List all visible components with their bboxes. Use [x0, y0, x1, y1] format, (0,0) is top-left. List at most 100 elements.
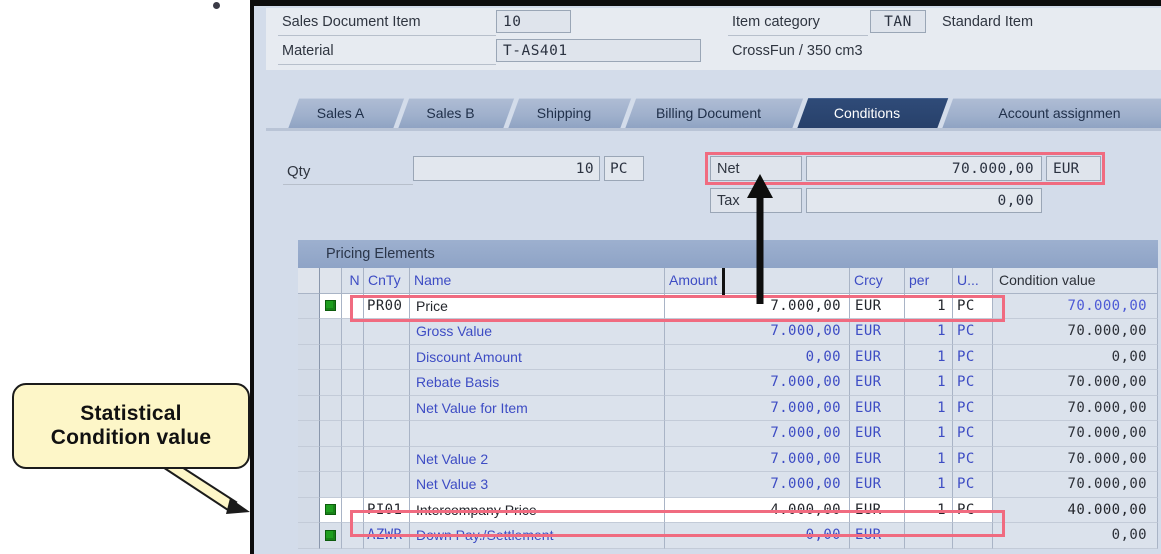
row-cnty-cell[interactable]: PR00 — [364, 294, 410, 320]
tax-value-field[interactable]: 0,00 — [806, 188, 1042, 213]
row-status-cell — [320, 472, 342, 498]
row-condition-value-cell: 70.000,00 — [993, 447, 1158, 473]
sales-document-item-field[interactable]: 10 — [496, 10, 571, 33]
tab-label: Account assignmen — [998, 105, 1120, 121]
column-header-n[interactable]: N — [342, 268, 364, 294]
pricing-grid-header-row: N CnTy Name Amount Crcy per U... Conditi… — [298, 268, 1158, 294]
status-column-header — [320, 268, 342, 294]
table-row[interactable]: AZWR Down Pay./Settlement 0,00 EUR 0,00 — [298, 523, 1158, 549]
row-select-cell[interactable] — [298, 396, 320, 422]
qty-field[interactable]: 10 — [413, 156, 600, 181]
tab-label: Billing Document — [656, 105, 761, 121]
table-row[interactable]: Discount Amount 0,00 EUR 1 PC 0,00 — [298, 345, 1158, 371]
annotation-canvas — [0, 0, 252, 554]
table-row[interactable]: PI01 Intercompany Price 4.000,00 EUR 1 P… — [298, 498, 1158, 524]
row-cnty-cell[interactable]: PI01 — [364, 498, 410, 524]
row-crcy-cell: EUR — [850, 447, 905, 473]
row-n-cell — [342, 472, 364, 498]
row-crcy-cell: EUR — [850, 421, 905, 447]
row-unit-cell[interactable]: PC — [953, 294, 993, 320]
row-unit-cell: PC — [953, 370, 993, 396]
select-all-cell[interactable] — [298, 268, 320, 294]
row-condition-value-cell: 70.000,00 — [993, 319, 1158, 345]
tab-conditions[interactable]: Conditions — [797, 98, 937, 128]
row-crcy-cell[interactable]: EUR — [850, 498, 905, 524]
amount-column-divider-mark — [722, 268, 725, 296]
sales-document-item-underline — [278, 35, 496, 36]
row-status-cell — [320, 345, 342, 371]
tab-billing-document[interactable]: Billing Document — [625, 98, 792, 128]
tab-shipping[interactable]: Shipping — [508, 98, 620, 128]
row-select-cell[interactable] — [298, 345, 320, 371]
table-row[interactable]: PR00 Price 7.000,00 EUR 1 PC 70.000,00 — [298, 294, 1158, 320]
row-cnty-cell — [364, 370, 410, 396]
row-select-cell[interactable] — [298, 523, 320, 549]
row-select-cell[interactable] — [298, 421, 320, 447]
table-row[interactable]: Net Value 2 7.000,00 EUR 1 PC 70.000,00 — [298, 447, 1158, 473]
table-row[interactable]: Gross Value 7.000,00 EUR 1 PC 70.000,00 — [298, 319, 1158, 345]
active-condition-icon — [325, 300, 336, 311]
row-amount-cell: 7.000,00 — [665, 370, 850, 396]
row-n-cell — [342, 421, 364, 447]
material-field[interactable]: T-AS401 — [496, 39, 701, 62]
row-crcy-cell[interactable]: EUR — [850, 294, 905, 320]
pricing-grid: N CnTy Name Amount Crcy per U... Conditi… — [298, 268, 1158, 549]
row-status-cell — [320, 396, 342, 422]
row-name-cell: Net Value 3 — [410, 472, 665, 498]
tab-account-assignment[interactable]: Account assignmen — [942, 98, 1161, 128]
tab-sales-a[interactable]: Sales A — [288, 98, 393, 128]
row-select-cell[interactable] — [298, 472, 320, 498]
row-unit-cell — [953, 523, 993, 549]
row-status-cell — [320, 319, 342, 345]
row-n-cell — [342, 294, 364, 320]
row-condition-value-cell: 0,00 — [993, 523, 1158, 549]
row-select-cell[interactable] — [298, 498, 320, 524]
row-cnty-cell — [364, 319, 410, 345]
pricing-elements-panel: Pricing Elements N CnTy Name Amount Crcy… — [298, 240, 1158, 554]
row-amount-cell[interactable]: 4.000,00 — [665, 498, 850, 524]
qty-uom-field: PC — [604, 156, 644, 181]
table-row[interactable]: Rebate Basis 7.000,00 EUR 1 PC 70.000,00 — [298, 370, 1158, 396]
row-n-cell — [342, 319, 364, 345]
row-select-cell[interactable] — [298, 370, 320, 396]
row-status-cell — [320, 523, 342, 549]
column-header-per[interactable]: per — [905, 268, 953, 294]
row-select-cell[interactable] — [298, 319, 320, 345]
row-amount-cell: 7.000,00 — [665, 421, 850, 447]
row-unit-cell: PC — [953, 396, 993, 422]
sales-document-item-label: Sales Document Item — [282, 14, 421, 30]
column-header-name[interactable]: Name — [410, 268, 665, 294]
net-currency-field: EUR — [1046, 156, 1101, 181]
row-amount-cell: 0,00 — [665, 523, 850, 549]
page-speck-mark — [213, 2, 220, 9]
table-row[interactable]: 7.000,00 EUR 1 PC 70.000,00 — [298, 421, 1158, 447]
column-header-condition-value[interactable]: Condition value — [993, 268, 1158, 294]
column-header-unit[interactable]: U... — [953, 268, 993, 294]
table-row[interactable]: Net Value for Item 7.000,00 EUR 1 PC 70.… — [298, 396, 1158, 422]
row-per-cell[interactable]: 1 — [905, 294, 953, 320]
column-header-crcy[interactable]: Crcy — [850, 268, 905, 294]
row-name-cell: Gross Value — [410, 319, 665, 345]
row-select-cell[interactable] — [298, 447, 320, 473]
row-cnty-cell — [364, 447, 410, 473]
table-row[interactable]: Net Value 3 7.000,00 EUR 1 PC 70.000,00 — [298, 472, 1158, 498]
row-unit-cell[interactable]: PC — [953, 498, 993, 524]
row-amount-cell: 7.000,00 — [665, 396, 850, 422]
row-condition-value-cell: 70.000,00 — [993, 396, 1158, 422]
column-header-cnty[interactable]: CnTy — [364, 268, 410, 294]
pricing-elements-title: Pricing Elements — [298, 240, 1158, 268]
net-value-field[interactable]: 70.000,00 — [806, 156, 1042, 181]
item-header-panel: Sales Document Item 10 Material T-AS401 … — [266, 8, 1161, 70]
item-category-field[interactable]: TAN — [870, 10, 926, 33]
item-category-text: Standard Item — [942, 14, 1033, 30]
row-n-cell — [342, 523, 364, 549]
row-name-cell: Net Value 2 — [410, 447, 665, 473]
row-per-cell: 1 — [905, 421, 953, 447]
row-amount-cell: 7.000,00 — [665, 319, 850, 345]
row-condition-value-cell: 70.000,00 — [993, 472, 1158, 498]
row-unit-cell: PC — [953, 421, 993, 447]
tab-sales-b[interactable]: Sales B — [398, 98, 503, 128]
row-select-cell[interactable] — [298, 294, 320, 320]
row-per-cell: 1 — [905, 370, 953, 396]
row-per-cell[interactable]: 1 — [905, 498, 953, 524]
